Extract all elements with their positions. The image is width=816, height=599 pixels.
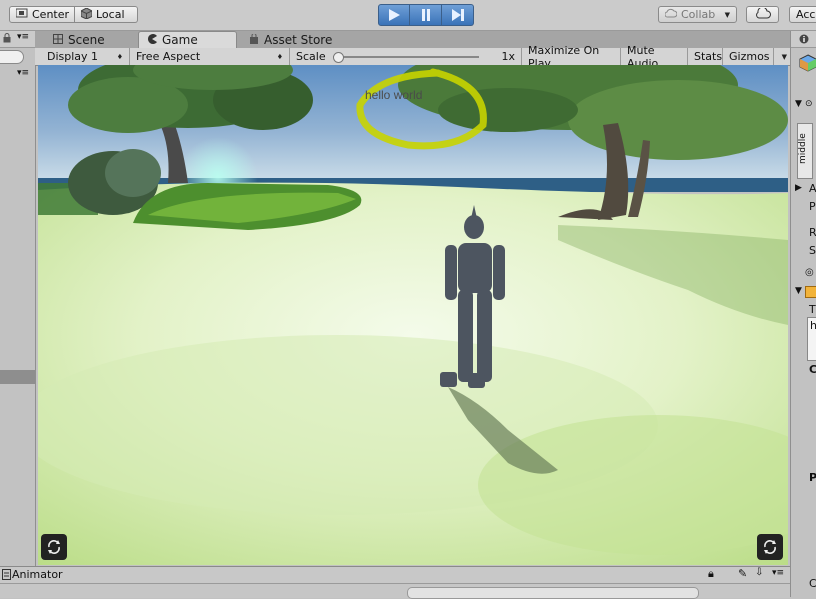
gizmos-label: Gizmos [729,50,770,63]
text-area-value: h [810,319,816,332]
game-view[interactable]: hello world [38,65,788,565]
transform-icon: ⊙ [805,99,813,109]
chevron-down-icon: ♦ [116,52,123,61]
aspect-dropdown[interactable]: Free Aspect ♦ [130,48,290,65]
inspector-letter: S [809,244,816,257]
aspect-label: Free Aspect [136,50,201,63]
refresh-icon [764,540,776,554]
scale-slider[interactable] [332,51,479,63]
hierarchy-header: ▾≡ [0,31,35,48]
scale-value: 1x [501,50,515,63]
play-button[interactable] [378,4,410,26]
gizmos-dropdown[interactable]: Gizmos [723,48,774,65]
hierarchy-search-input[interactable] [0,50,24,64]
chevron-right-icon[interactable]: ▶ [795,183,802,193]
pivot-label: Center [32,8,70,21]
inspector-letter: R [809,226,816,239]
brush-icon[interactable]: ✎ [738,567,747,580]
panel-menu-icon[interactable]: ▾≡ [17,68,29,78]
scale-label: Scale [296,50,326,63]
mute-audio-toggle[interactable]: Mute Audio [621,44,688,70]
pacman-icon [147,33,157,47]
display-dropdown[interactable]: Display 1 ♦ [41,48,130,65]
right-refresh-button[interactable] [757,534,783,560]
hierarchy-panel: ▾≡ ▾≡ [0,31,36,566]
inspector-letter: P [809,471,816,484]
scale-control: Scale 1x [290,48,522,65]
pause-button[interactable] [410,4,442,26]
play-icon [389,9,400,21]
cube-icon [80,6,93,22]
pause-icon [421,9,430,21]
stats-label: Stats [694,50,723,63]
game-view-toolbar: Display 1 ♦ Free Aspect ♦ Scale 1x Maxim… [35,44,790,70]
gameobject-icon [799,54,816,72]
pivot-local-button[interactable]: Local [75,6,138,23]
lock-icon[interactable]: 🔒︎ [708,567,714,581]
tab-scene[interactable]: Scene [45,31,113,48]
chevron-down-icon[interactable]: ▼ [795,99,802,109]
anchor-middle-label: middle [798,133,808,164]
pivot-center-button[interactable]: Center [9,6,75,23]
maximize-on-play-toggle[interactable]: Maximize On Play [522,44,621,70]
cloud-icon [755,6,771,22]
cloud-button[interactable] [746,6,779,23]
info-icon[interactable] [799,34,809,47]
chevron-down-icon: ♦ [276,52,283,61]
account-label: Acco [796,8,816,21]
gizmos-menu-button[interactable]: ▼ [774,48,790,65]
bag-icon [249,32,259,47]
tab-game[interactable]: Game [138,31,237,48]
tab-game-label: Game [162,33,198,47]
hello-world-text: hello world [365,88,422,102]
script-component-icon [805,286,816,298]
anchor-preset[interactable]: middle [797,123,813,179]
tab-asset-store[interactable]: Asset Store [241,31,340,48]
collab-dropdown[interactable]: Collab ▼ [658,6,737,23]
main-toolbar: Center Local Collab ▼ Acco [0,0,816,31]
display-label: Display 1 [47,50,99,63]
animator-search-input[interactable] [407,587,699,599]
step-button[interactable] [442,4,474,26]
inspector-header [791,31,816,48]
stats-toggle[interactable]: Stats [688,48,723,65]
space-label: Local [96,8,125,21]
inspector-letter: T [809,303,816,316]
grid-icon [53,33,63,47]
animator-icon [2,569,11,583]
panel-menu-icon[interactable]: ▾≡ [772,568,784,578]
game-scene: hello world [38,65,788,565]
lock-icon[interactable] [3,33,11,46]
chevron-down-icon: ▼ [781,52,787,61]
text-area[interactable]: h [807,317,816,361]
panel-menu-icon[interactable]: ▾≡ [17,32,29,42]
animator-panel: Animator 🔒︎ ✎ ⇩ ▾≡ [0,566,790,599]
arrow-icon[interactable]: ⇩ [755,567,763,578]
refresh-icon [48,540,60,554]
account-dropdown[interactable]: Acco [789,6,816,23]
inspector-panel: ▼ ⊙ middle ▶ A P R S ◎ ▼ T h C P C [790,31,816,597]
tab-asset-store-label: Asset Store [264,32,333,47]
animator-tab-bar: Animator 🔒︎ ✎ ⇩ ▾≡ [0,567,790,584]
step-icon [451,9,464,21]
left-refresh-button[interactable] [41,534,67,560]
animator-tab[interactable]: Animator [12,568,63,581]
scale-slider-thumb[interactable] [332,51,344,63]
inspector-letter: C [809,363,816,376]
inspector-letter: P [809,200,816,213]
pivot-icon [15,8,28,21]
collab-label: Collab [681,8,716,21]
inspector-letter: A [809,182,816,195]
chevron-down-icon[interactable]: ▼ [795,286,802,296]
chevron-down-icon: ▼ [724,10,730,19]
tab-scene-label: Scene [68,32,105,47]
cloud-icon [664,8,678,21]
canvas-renderer-icon: ◎ [805,267,814,278]
inspector-letter: C [809,577,816,590]
play-controls [378,4,474,26]
hierarchy-selected-row[interactable] [0,370,35,384]
